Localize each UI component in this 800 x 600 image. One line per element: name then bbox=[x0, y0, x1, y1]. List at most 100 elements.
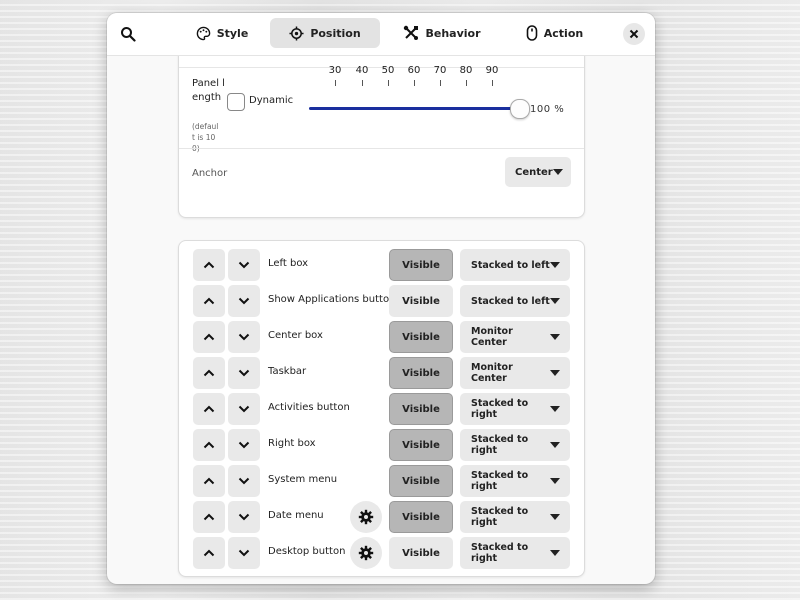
position-dropdown[interactable]: Stacked to left bbox=[460, 285, 570, 317]
panel-element-row: Desktop button Visible Stacked to right bbox=[179, 537, 584, 569]
position-value: Stacked to right bbox=[471, 542, 529, 564]
panel-length-value: 100 % bbox=[530, 104, 565, 115]
close-button[interactable] bbox=[623, 23, 645, 45]
slider-tick-mark bbox=[388, 80, 389, 86]
search-button[interactable] bbox=[115, 21, 141, 47]
date-menu-settings-button[interactable] bbox=[350, 501, 382, 533]
tools-icon bbox=[404, 25, 419, 40]
dynamic-checkbox[interactable] bbox=[227, 93, 245, 111]
panel-length-default-note: (default is 100) bbox=[192, 122, 219, 153]
anchor-label: Anchor bbox=[192, 168, 228, 179]
anchor-value: Center bbox=[515, 166, 553, 178]
tab-behavior-label: Behavior bbox=[425, 26, 481, 40]
move-up-button[interactable] bbox=[193, 465, 225, 497]
element-label: Left box bbox=[268, 258, 309, 269]
visibility-toggle[interactable]: Visible bbox=[389, 537, 453, 569]
move-up-button[interactable] bbox=[193, 429, 225, 461]
position-dropdown[interactable]: Stacked to right bbox=[460, 465, 570, 497]
visibility-toggle[interactable]: Visible bbox=[389, 393, 453, 425]
tab-action-label: Action bbox=[543, 26, 584, 40]
tab-behavior[interactable]: Behavior bbox=[392, 18, 492, 48]
panel-length-slider-thumb[interactable] bbox=[510, 99, 530, 119]
chevron-down-icon bbox=[238, 441, 250, 449]
tab-position[interactable]: Position bbox=[270, 18, 380, 48]
visibility-toggle[interactable]: Visible bbox=[389, 357, 453, 389]
chevron-up-icon bbox=[203, 333, 215, 341]
desktop-button-settings-button[interactable] bbox=[350, 537, 382, 569]
move-down-button[interactable] bbox=[228, 501, 260, 533]
visibility-toggle[interactable]: Visible bbox=[389, 429, 453, 461]
chevron-down-icon bbox=[238, 513, 250, 521]
chevron-up-icon bbox=[203, 297, 215, 305]
move-down-button[interactable] bbox=[228, 393, 260, 425]
panel-length-slider-track[interactable] bbox=[309, 107, 519, 110]
chevron-up-icon bbox=[203, 513, 215, 521]
element-label: System menu bbox=[268, 474, 338, 485]
move-down-button[interactable] bbox=[228, 537, 260, 569]
slider-tick-label: 70 bbox=[433, 65, 447, 76]
slider-tick-mark bbox=[362, 80, 363, 86]
element-label: Desktop button bbox=[268, 546, 346, 557]
scroll-content[interactable]: Panel length (default is 100) Dynamic 30… bbox=[107, 56, 655, 584]
tab-position-label: Position bbox=[310, 26, 361, 40]
slider-tick-label: 80 bbox=[459, 65, 473, 76]
slider-tick-label: 90 bbox=[485, 65, 499, 76]
position-value: Monitor Center bbox=[471, 326, 513, 348]
move-up-button[interactable] bbox=[193, 249, 225, 281]
panel-element-row: System menu Visible Stacked to right bbox=[179, 465, 584, 497]
position-dropdown[interactable]: Stacked to right bbox=[460, 429, 570, 461]
panel-element-row: Right box Visible Stacked to right bbox=[179, 429, 584, 461]
visibility-toggle[interactable]: Visible bbox=[389, 321, 453, 353]
close-icon bbox=[629, 29, 639, 39]
move-up-button[interactable] bbox=[193, 321, 225, 353]
crosshair-icon bbox=[289, 25, 304, 41]
chevron-up-icon bbox=[203, 405, 215, 413]
panel-length-card: Panel length (default is 100) Dynamic 30… bbox=[178, 56, 585, 218]
visibility-toggle[interactable]: Visible bbox=[389, 249, 453, 281]
move-down-button[interactable] bbox=[228, 429, 260, 461]
visibility-toggle[interactable]: Visible bbox=[389, 285, 453, 317]
move-up-button[interactable] bbox=[193, 537, 225, 569]
move-down-button[interactable] bbox=[228, 465, 260, 497]
slider-tick-label: 60 bbox=[407, 65, 421, 76]
move-up-button[interactable] bbox=[193, 357, 225, 389]
element-label: Right box bbox=[268, 438, 316, 449]
position-dropdown[interactable]: Stacked to right bbox=[460, 537, 570, 569]
chevron-down-icon bbox=[238, 369, 250, 377]
slider-tick-label: 50 bbox=[381, 65, 395, 76]
position-dropdown[interactable]: Stacked to right bbox=[460, 393, 570, 425]
chevron-down-icon bbox=[550, 262, 560, 268]
divider bbox=[179, 148, 584, 149]
panel-element-row: Date menu Visible Stacked to right bbox=[179, 501, 584, 533]
position-value: Monitor Center bbox=[471, 362, 513, 384]
chevron-down-icon bbox=[550, 406, 560, 412]
chevron-down-icon bbox=[238, 477, 250, 485]
chevron-down-icon bbox=[238, 333, 250, 341]
chevron-down-icon bbox=[552, 169, 563, 175]
position-dropdown[interactable]: Stacked to right bbox=[460, 501, 570, 533]
move-down-button[interactable] bbox=[228, 249, 260, 281]
visibility-toggle[interactable]: Visible bbox=[389, 465, 453, 497]
position-value: Stacked to right bbox=[471, 398, 529, 420]
chevron-down-icon bbox=[550, 370, 560, 376]
tab-style[interactable]: Style bbox=[177, 18, 267, 48]
move-down-button[interactable] bbox=[228, 321, 260, 353]
tab-action[interactable]: Action bbox=[512, 18, 597, 48]
move-up-button[interactable] bbox=[193, 285, 225, 317]
move-down-button[interactable] bbox=[228, 357, 260, 389]
gear-icon bbox=[358, 545, 374, 561]
position-dropdown[interactable]: Stacked to left bbox=[460, 249, 570, 281]
position-dropdown[interactable]: Monitor Center bbox=[460, 357, 570, 389]
move-up-button[interactable] bbox=[193, 501, 225, 533]
panel-length-label: Panel length bbox=[192, 78, 225, 103]
move-up-button[interactable] bbox=[193, 393, 225, 425]
position-value: Stacked to right bbox=[471, 434, 529, 456]
move-down-button[interactable] bbox=[228, 285, 260, 317]
position-value: Stacked to left bbox=[471, 295, 550, 307]
panel-element-row: Taskbar Visible Monitor Center bbox=[179, 357, 584, 389]
anchor-dropdown[interactable]: Center bbox=[505, 157, 571, 187]
position-dropdown[interactable]: Monitor Center bbox=[460, 321, 570, 353]
panel-element-row: Show Applications button Visible Stacked… bbox=[179, 285, 584, 317]
visibility-toggle[interactable]: Visible bbox=[389, 501, 453, 533]
header-bar: Style Position Behavior Action bbox=[107, 13, 655, 56]
